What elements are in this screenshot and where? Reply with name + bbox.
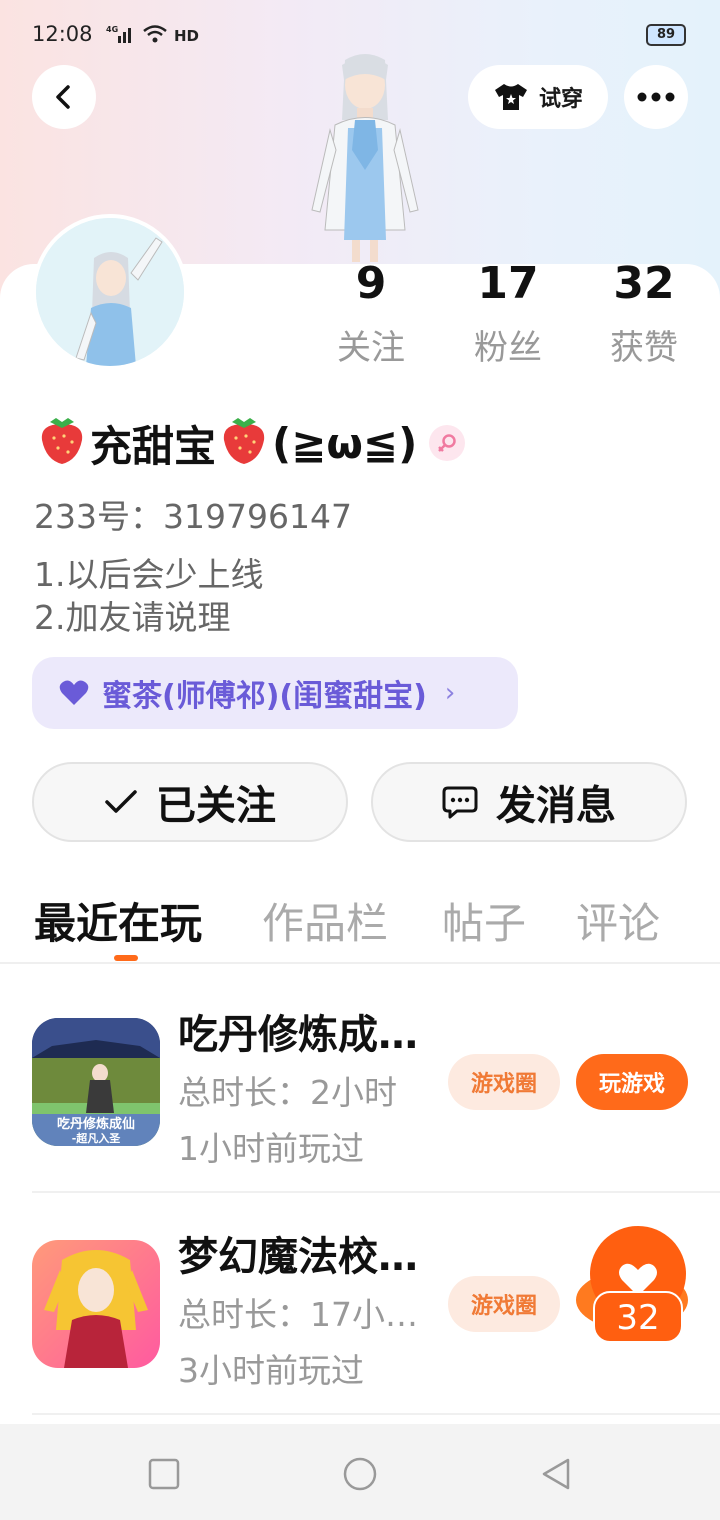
stat-likes-value: 32 [613, 258, 675, 309]
game-icon-subcaption: -超凡入圣 [72, 1131, 122, 1145]
signal-icon: 4G [106, 24, 136, 48]
hd-label: HD [174, 27, 200, 45]
send-message-button[interactable]: 发消息 [371, 762, 687, 842]
tab-comments[interactable]: 评论 [576, 890, 660, 951]
relationship-text: 蜜茶(师傅祁)(闺蜜甜宝) [102, 679, 427, 714]
battery-indicator: 89 [646, 24, 686, 46]
more-options-button[interactable] [624, 65, 688, 129]
nickname: 充甜宝 (≧ω≦) [34, 410, 466, 476]
network-type-label: 4G [106, 25, 118, 34]
stat-likes-label: 获赞 [610, 328, 678, 368]
strawberry-icon [216, 410, 272, 476]
game-last-played: 3小时前玩过 [178, 1351, 364, 1390]
bio-line: 1.以后会少上线 [34, 555, 264, 594]
bio: 1.以后会少上线 2.加友请说理 [34, 553, 264, 639]
game-circle-button[interactable]: 游戏圈 [448, 1054, 560, 1110]
relationship-chip[interactable]: 蜜茶(师傅祁)(闺蜜甜宝) › [32, 657, 518, 729]
tab-posts[interactable]: 帖子 [442, 890, 526, 951]
send-message-label: 发消息 [496, 783, 616, 829]
list-item[interactable]: 吃丹修炼成仙 -超凡入圣 吃丹修炼成… 总时长：2小时 1小时前玩过 游戏圈 玩… [32, 1000, 720, 1220]
active-tab-indicator [114, 955, 138, 961]
stat-following[interactable]: 9 关注 [316, 258, 426, 369]
game-title: 梦幻魔法校… [178, 1234, 418, 1280]
stat-likes[interactable]: 32 获赞 [589, 258, 699, 369]
status-icons: 4G HD [106, 24, 199, 48]
play-game-button[interactable]: 玩游戏 [576, 1054, 688, 1110]
followed-button[interactable]: 已关注 [32, 762, 348, 842]
stat-followers-label: 粉丝 [474, 328, 542, 368]
status-bar: 12:08 4G HD 89 [32, 22, 688, 52]
game-duration: 总时长：17小… [178, 1295, 418, 1334]
floating-like-button[interactable]: 32 [576, 1226, 688, 1346]
character-figure[interactable] [290, 50, 440, 265]
avatar[interactable] [32, 214, 188, 370]
wifi-icon [142, 24, 168, 48]
bio-line: 2.加友请说理 [34, 598, 231, 637]
profile-tabs: 最近在玩 作品栏 帖子 评论 [34, 890, 694, 950]
stat-following-value: 9 [355, 258, 387, 309]
try-on-button[interactable]: 试穿 [468, 65, 608, 129]
game-icon[interactable] [32, 1240, 160, 1368]
tab-works[interactable]: 作品栏 [262, 890, 388, 951]
followed-label: 已关注 [156, 783, 276, 829]
nickname-main: 充甜宝 [90, 421, 217, 471]
game-icon[interactable]: 吃丹修炼成仙 -超凡入圣 [32, 1018, 160, 1146]
recent-apps-icon[interactable] [146, 1456, 182, 1492]
stat-followers[interactable]: 17 粉丝 [453, 258, 563, 369]
status-time: 12:08 [32, 22, 93, 46]
row-divider [32, 1191, 720, 1193]
stat-following-label: 关注 [337, 328, 405, 368]
row-divider [32, 1413, 720, 1415]
chevron-left-icon [56, 85, 70, 109]
strawberry-icon [34, 410, 90, 476]
game-duration: 总时长：2小时 [178, 1073, 397, 1112]
tab-divider [0, 962, 720, 964]
heart-icon [59, 680, 89, 705]
system-navigation-bar [0, 1424, 720, 1520]
more-dots-icon [637, 92, 675, 102]
tab-recently-played[interactable]: 最近在玩 [34, 890, 202, 951]
back-button[interactable] [32, 65, 96, 129]
checkmark-icon [105, 790, 137, 813]
stat-followers-value: 17 [477, 258, 539, 309]
game-circle-button[interactable]: 游戏圈 [448, 1276, 560, 1332]
like-count: 32 [616, 1298, 659, 1338]
chat-bubble-icon [442, 786, 478, 819]
game-icon-caption: 吃丹修炼成仙 [57, 1116, 135, 1132]
game-last-played: 1小时前玩过 [178, 1129, 364, 1168]
home-icon[interactable] [342, 1456, 378, 1492]
female-icon [429, 425, 466, 461]
user-id: 233号：319796147 [34, 497, 352, 536]
chevron-right-icon: › [444, 678, 456, 708]
back-nav-icon[interactable] [538, 1456, 574, 1492]
nickname-tail: (≧ω≦) [272, 418, 418, 468]
game-title: 吃丹修炼成… [178, 1012, 418, 1058]
tshirt-icon [494, 84, 527, 110]
try-on-label: 试穿 [538, 87, 583, 112]
